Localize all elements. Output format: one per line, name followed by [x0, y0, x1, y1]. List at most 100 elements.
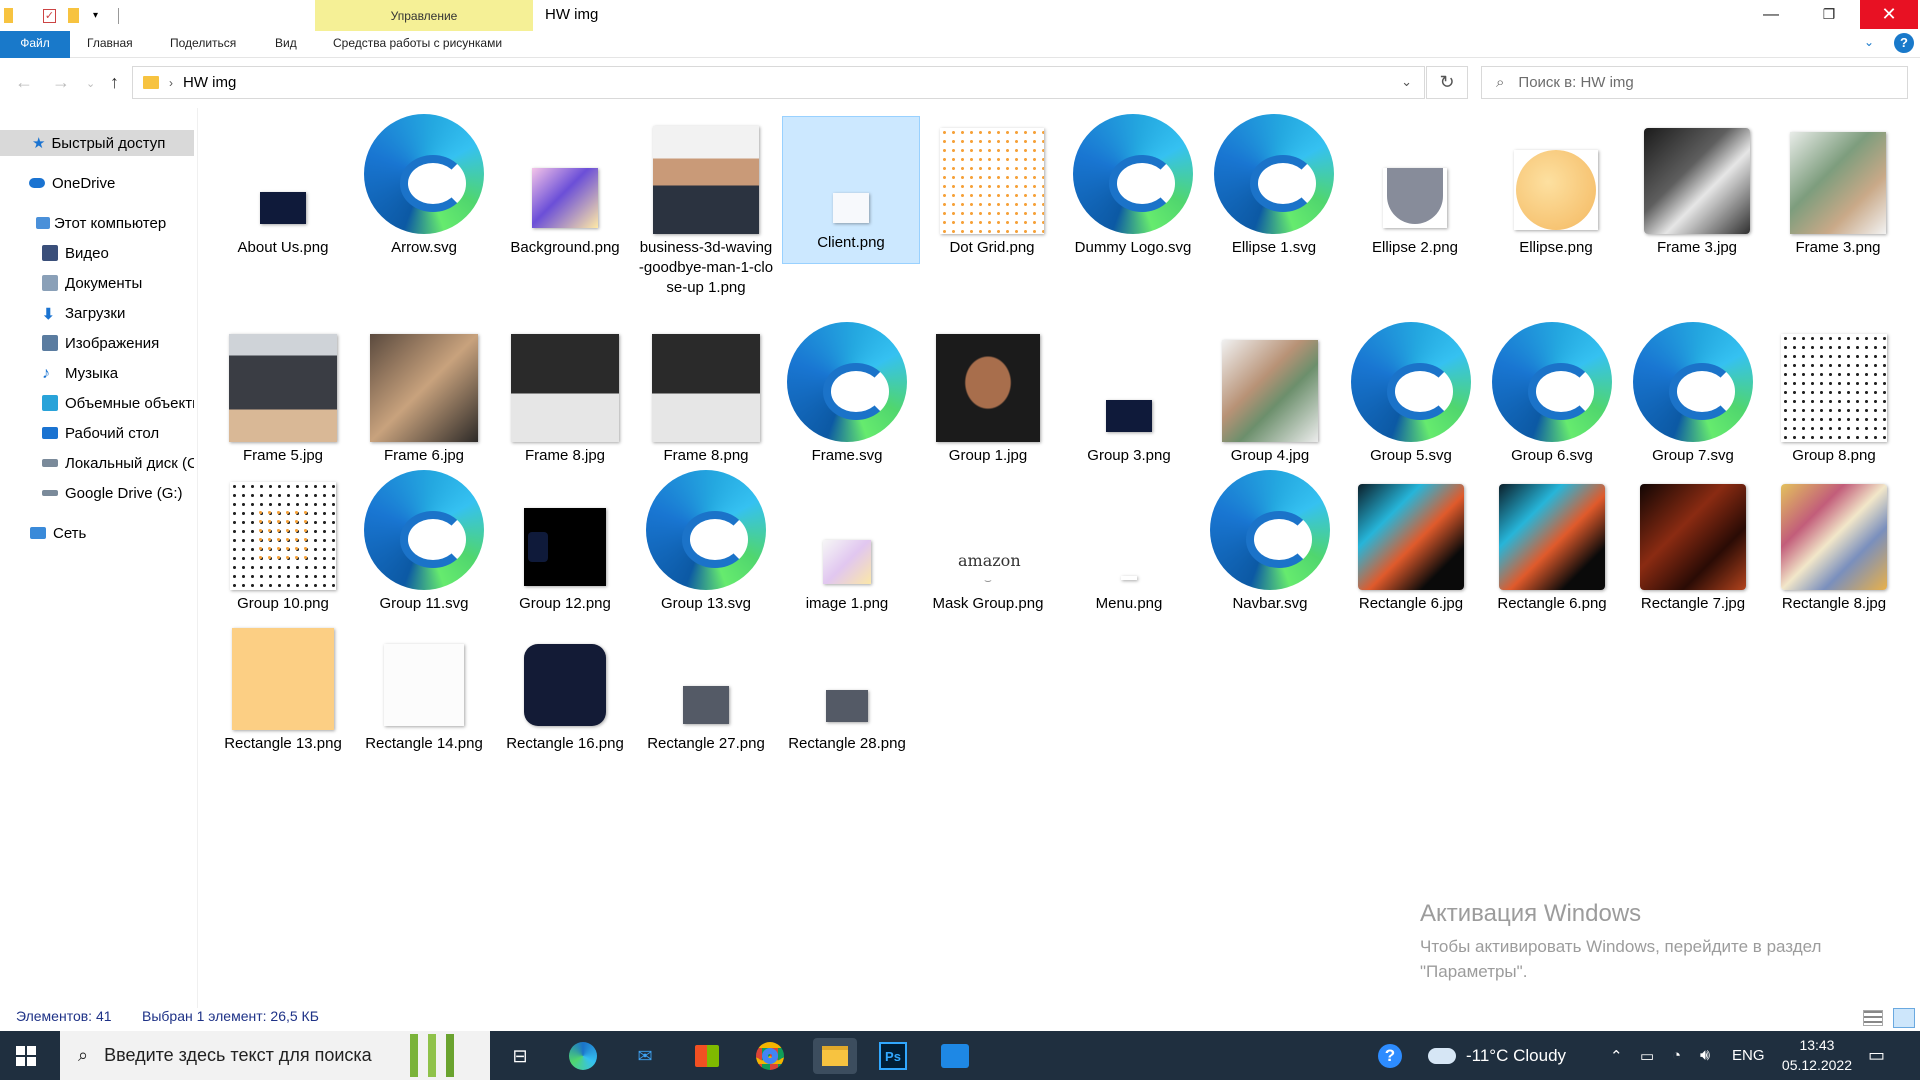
help-tray-icon[interactable]: ?	[1378, 1031, 1402, 1080]
task-view-icon[interactable]: ⊟	[502, 1038, 538, 1074]
nav-item-network[interactable]: Сеть	[0, 520, 194, 546]
close-button[interactable]: ✕	[1860, 0, 1918, 29]
edge-taskbar-icon[interactable]	[565, 1038, 601, 1074]
file-item[interactable]: image 1.png	[778, 472, 916, 614]
tab-picture-tools[interactable]: Средства работы с рисунками	[333, 31, 502, 58]
language-indicator[interactable]: ENG	[1732, 1031, 1765, 1080]
media-player-icon[interactable]	[937, 1038, 973, 1074]
file-item[interactable]: Rectangle 6.png	[1483, 472, 1621, 614]
file-item[interactable]: Group 7.svg	[1624, 322, 1762, 466]
weather-widget[interactable]: -11°C Cloudy	[1428, 1031, 1566, 1080]
file-item[interactable]: amazon ⌣ Mask Group.png	[919, 472, 1057, 614]
file-item[interactable]: Group 3.png	[1060, 324, 1198, 466]
file-item[interactable]: Group 12.png	[496, 472, 634, 614]
file-item[interactable]: Group 8.png	[1765, 324, 1903, 466]
file-name: Menu.png	[1095, 595, 1163, 612]
notifications-icon[interactable]: ▭	[1868, 1031, 1885, 1080]
nav-item-documents[interactable]: Документы	[0, 270, 194, 296]
nav-item-videos[interactable]: Видео	[0, 240, 194, 266]
file-item[interactable]: Frame.svg	[778, 322, 916, 466]
nav-item-desktop[interactable]: Рабочий стол	[0, 420, 194, 446]
taskbar-search-box[interactable]: ⌕ Введите здесь текст для поиска	[60, 1031, 490, 1080]
file-item[interactable]: Menu.png	[1060, 472, 1198, 614]
nav-item-music[interactable]: ♪ Музыка	[0, 360, 194, 386]
file-item[interactable]: Frame 3.png	[1769, 114, 1907, 258]
nav-item-this-pc[interactable]: Этот компьютер	[0, 210, 194, 236]
file-item[interactable]: Frame 8.png	[637, 324, 775, 466]
file-item[interactable]: Rectangle 27.png	[637, 616, 775, 754]
volume-icon[interactable]: 🔊︎	[1700, 1031, 1710, 1080]
windows-start-icon[interactable]	[16, 1046, 36, 1066]
show-hidden-icons-chevron[interactable]: ⌃	[1610, 1031, 1623, 1080]
photoshop-icon[interactable]: Ps	[875, 1038, 911, 1074]
file-item[interactable]: Group 6.svg	[1483, 322, 1621, 466]
file-item-selected[interactable]: Client.png	[782, 116, 920, 264]
nav-item-quick-access[interactable]: ★ Быстрый доступ	[0, 130, 194, 156]
minimize-button[interactable]: —	[1742, 0, 1800, 29]
file-item[interactable]: Rectangle 14.png	[355, 616, 493, 754]
recent-locations-chevron-icon[interactable]: ⌄	[86, 77, 95, 90]
file-item[interactable]: Dummy Logo.svg	[1064, 114, 1202, 258]
nav-item-downloads[interactable]: ⬇ Загрузки	[0, 300, 194, 326]
large-icons-view-icon[interactable]	[1893, 1008, 1915, 1028]
file-item[interactable]: Rectangle 16.png	[496, 616, 634, 754]
refresh-button[interactable]: ↻	[1426, 66, 1468, 99]
expand-ribbon-icon[interactable]: ⌄	[1864, 35, 1874, 49]
nav-item-3d-objects[interactable]: Объемные объекты	[0, 390, 194, 416]
file-item[interactable]: Rectangle 28.png	[778, 616, 916, 754]
nav-item-pictures[interactable]: Изображения	[0, 330, 194, 356]
file-item[interactable]: Ellipse 1.svg	[1205, 114, 1343, 258]
address-dropdown-icon[interactable]: ⌄	[1401, 74, 1412, 90]
forward-arrow-icon[interactable]: →	[52, 72, 70, 93]
file-item[interactable]: Group 13.svg	[637, 470, 775, 614]
help-icon[interactable]: ?	[1894, 33, 1914, 53]
tab-view[interactable]: Вид	[275, 31, 297, 58]
clock[interactable]: 13:43 05.12.2022	[1782, 1035, 1852, 1075]
nav-item-google-drive[interactable]: Google Drive (G:)	[0, 480, 194, 506]
file-item[interactable]: Navbar.svg	[1201, 470, 1339, 614]
file-item[interactable]: Frame 5.jpg	[214, 324, 352, 466]
battery-icon[interactable]: ▭	[1640, 1031, 1654, 1080]
chrome-icon[interactable]	[752, 1038, 788, 1074]
properties-icon[interactable]: ✓	[43, 8, 56, 23]
file-item[interactable]: Frame 8.jpg	[496, 324, 634, 466]
file-item[interactable]: Dot Grid.png	[923, 114, 1061, 258]
customize-chevron-icon[interactable]: ▾	[93, 10, 98, 21]
file-item[interactable]: Rectangle 8.jpg	[1765, 472, 1903, 614]
back-arrow-icon[interactable]: ←	[15, 72, 33, 93]
tab-share[interactable]: Поделиться	[170, 31, 236, 58]
wifi-icon[interactable]: ◔	[1672, 1031, 1681, 1080]
file-item[interactable]: Rectangle 7.jpg	[1624, 472, 1762, 614]
microsoft-store-icon[interactable]	[689, 1038, 725, 1074]
file-item[interactable]: Group 5.svg	[1342, 322, 1480, 466]
file-item[interactable]: Background.png	[496, 114, 634, 258]
nav-item-onedrive[interactable]: OneDrive	[0, 170, 194, 196]
up-arrow-icon[interactable]: ↑	[110, 72, 119, 93]
file-item[interactable]: Ellipse.png	[1487, 114, 1625, 258]
file-item[interactable]: Rectangle 13.png	[214, 616, 352, 754]
mail-icon[interactable]: ✉	[627, 1038, 663, 1074]
tab-file[interactable]: Файл	[0, 31, 70, 58]
search-input[interactable]: ⌕ Поиск в: HW img	[1481, 66, 1908, 99]
file-item[interactable]: Rectangle 6.jpg	[1342, 472, 1480, 614]
file-item[interactable]: Frame 3.jpg	[1628, 114, 1766, 258]
file-item[interactable]: Group 11.svg	[355, 470, 493, 614]
file-item[interactable]: business-3d-waving-goodbye-man-1-close-u…	[637, 114, 775, 298]
maximize-button[interactable]: ❐	[1800, 0, 1858, 29]
file-item[interactable]: Group 4.jpg	[1201, 324, 1339, 466]
folder-icon[interactable]	[4, 8, 13, 23]
breadcrumb-current[interactable]: HW img	[183, 74, 236, 91]
details-view-icon[interactable]	[1863, 1010, 1883, 1026]
nav-item-local-disk[interactable]: Локальный диск (C:)	[0, 450, 194, 476]
file-item[interactable]: Group 10.png	[214, 472, 352, 614]
breadcrumb-chevron-icon[interactable]: ›	[169, 76, 173, 90]
file-item[interactable]: Frame 6.jpg	[355, 324, 493, 466]
tab-home[interactable]: Главная	[87, 31, 133, 58]
file-explorer-icon[interactable]	[813, 1038, 857, 1074]
file-item[interactable]: Arrow.svg	[355, 114, 493, 258]
file-item[interactable]: About Us.png	[214, 114, 352, 258]
new-folder-icon[interactable]	[68, 8, 79, 23]
file-item[interactable]: Group 1.jpg	[919, 324, 1057, 466]
file-item[interactable]: Ellipse 2.png	[1346, 114, 1484, 258]
address-field[interactable]: › HW img ⌄	[132, 66, 1425, 99]
